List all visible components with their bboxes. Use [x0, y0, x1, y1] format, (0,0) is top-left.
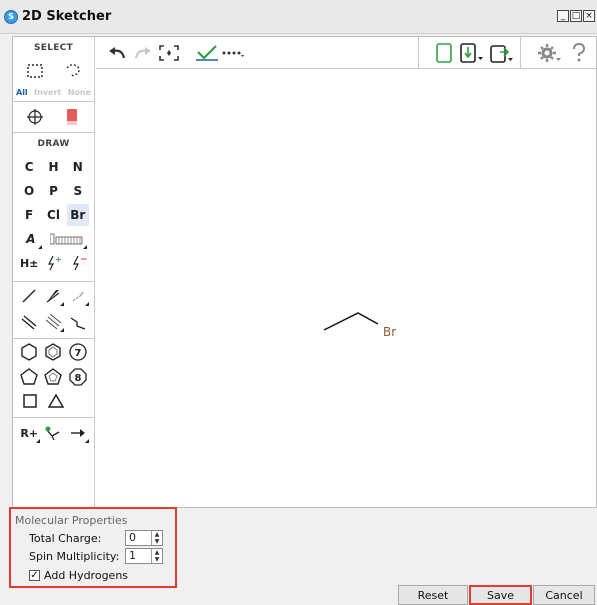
drawing-canvas[interactable]: Br	[96, 69, 596, 507]
single-bond-icon[interactable]	[18, 285, 40, 307]
element-p-button[interactable]: P	[42, 180, 64, 202]
element-c-button[interactable]: C	[18, 156, 40, 178]
svg-text:7: 7	[74, 348, 81, 359]
minimize-button[interactable]: _	[557, 10, 569, 22]
decrease-charge-icon[interactable]: −	[67, 252, 89, 274]
select-header: SELECT	[33, 43, 74, 53]
pentagon-ring-icon[interactable]	[18, 366, 40, 388]
total-charge-label: Total Charge:	[29, 531, 102, 545]
redo-icon[interactable]	[132, 42, 154, 64]
r-group-button[interactable]: R+	[18, 422, 41, 444]
cancel-button[interactable]: Cancel	[533, 585, 595, 605]
add-hydrogens-checkbox[interactable]: ✓ Add Hydrogens	[29, 566, 128, 584]
element-cl-button[interactable]: Cl	[42, 204, 64, 226]
spin-multiplicity-stepper-icon[interactable]: ▲ ▼	[151, 549, 162, 563]
element-f-button[interactable]: F	[18, 204, 40, 226]
molecule-drawing	[323, 312, 379, 331]
ring-8-icon[interactable]: 8	[67, 366, 89, 388]
lasso-select-icon[interactable]	[61, 60, 83, 82]
maximize-button[interactable]: □	[570, 10, 582, 22]
svg-text:+: +	[55, 255, 62, 264]
periodic-table-icon[interactable]	[47, 228, 88, 250]
close-button[interactable]: ×	[583, 10, 595, 22]
more-options-icon[interactable]	[222, 42, 244, 64]
help-icon[interactable]	[568, 42, 590, 64]
molecular-properties-group: Molecular Properties Total Charge: 0 ▲ ▼ …	[9, 507, 177, 588]
undo-icon[interactable]	[106, 42, 128, 64]
select-invert-link[interactable]: Invert	[34, 88, 61, 97]
wedge-bond-icon[interactable]	[42, 285, 65, 307]
save-button[interactable]: Save	[469, 585, 532, 605]
attachment-point-icon[interactable]	[42, 422, 64, 444]
left-toolbar: SELECT All Invert None DRAW C H N O P S …	[13, 37, 95, 507]
spin-multiplicity-label: Spin Multiplicity:	[29, 549, 120, 563]
add-hydrogens-label: Add Hydrogens	[44, 568, 129, 582]
molecular-properties-title: Molecular Properties	[15, 514, 128, 527]
eraser-icon[interactable]	[61, 106, 83, 128]
title-bar: S 2D Sketcher _ □ ×	[0, 0, 597, 34]
new-document-icon[interactable]	[433, 42, 455, 64]
double-bond-icon[interactable]	[18, 311, 40, 333]
triple-bond-icon[interactable]	[42, 311, 65, 333]
chain-bond-icon[interactable]	[67, 311, 89, 333]
select-all-link[interactable]: All	[16, 88, 28, 97]
settings-gear-icon[interactable]	[536, 42, 562, 64]
select-none-link[interactable]: None	[68, 88, 91, 97]
select-links: All Invert None	[13, 83, 94, 101]
total-charge-value: 0	[129, 531, 136, 544]
reset-button[interactable]: Reset	[398, 585, 468, 605]
element-br-button[interactable]: Br	[66, 204, 89, 226]
svg-text:−: −	[80, 255, 87, 265]
window-title: 2D Sketcher	[22, 9, 112, 24]
svg-text:8: 8	[74, 373, 81, 384]
rectangle-select-icon[interactable]	[24, 60, 46, 82]
app-logo-icon: S	[4, 10, 18, 24]
element-h-button[interactable]: H	[42, 156, 64, 178]
cyclopentadiene-ring-icon[interactable]	[42, 366, 64, 388]
sketcher-panel: SELECT All Invert None DRAW C H N O P S …	[12, 36, 597, 508]
window-controls: _ □ ×	[557, 10, 595, 22]
atom-query-button[interactable]: A	[20, 228, 42, 250]
triangle-ring-icon[interactable]	[45, 390, 67, 412]
element-s-button[interactable]: S	[67, 180, 89, 202]
total-charge-stepper-icon[interactable]: ▲ ▼	[151, 531, 162, 545]
hydrogen-toggle-button[interactable]: H±	[18, 252, 40, 274]
element-o-button[interactable]: O	[18, 180, 40, 202]
spin-multiplicity-value: 1	[129, 549, 136, 562]
add-hydrogens-checkmark-icon[interactable]: ✓	[29, 569, 40, 581]
square-ring-icon[interactable]	[19, 390, 41, 412]
bromine-atom-label[interactable]: Br	[383, 325, 396, 339]
spin-multiplicity-spinbox[interactable]: 1 ▲ ▼	[125, 548, 163, 564]
increase-charge-icon[interactable]: +	[42, 252, 64, 274]
hexagon-ring-icon[interactable]	[18, 341, 40, 363]
top-toolbar	[96, 37, 596, 69]
benzene-ring-icon[interactable]	[42, 341, 64, 363]
total-charge-spinbox[interactable]: 0 ▲ ▼	[125, 530, 163, 546]
import-icon[interactable]	[459, 42, 485, 64]
hash-bond-icon[interactable]	[67, 285, 89, 307]
draw-header: DRAW	[37, 139, 70, 149]
element-n-button[interactable]: N	[67, 156, 89, 178]
ring-7-icon[interactable]: 7	[67, 341, 89, 363]
move-rotate-icon[interactable]	[24, 106, 46, 128]
reaction-arrow-icon[interactable]	[67, 422, 89, 444]
export-icon[interactable]	[489, 42, 515, 64]
fit-to-screen-icon[interactable]	[158, 42, 180, 64]
clean-up-icon[interactable]	[194, 42, 220, 64]
